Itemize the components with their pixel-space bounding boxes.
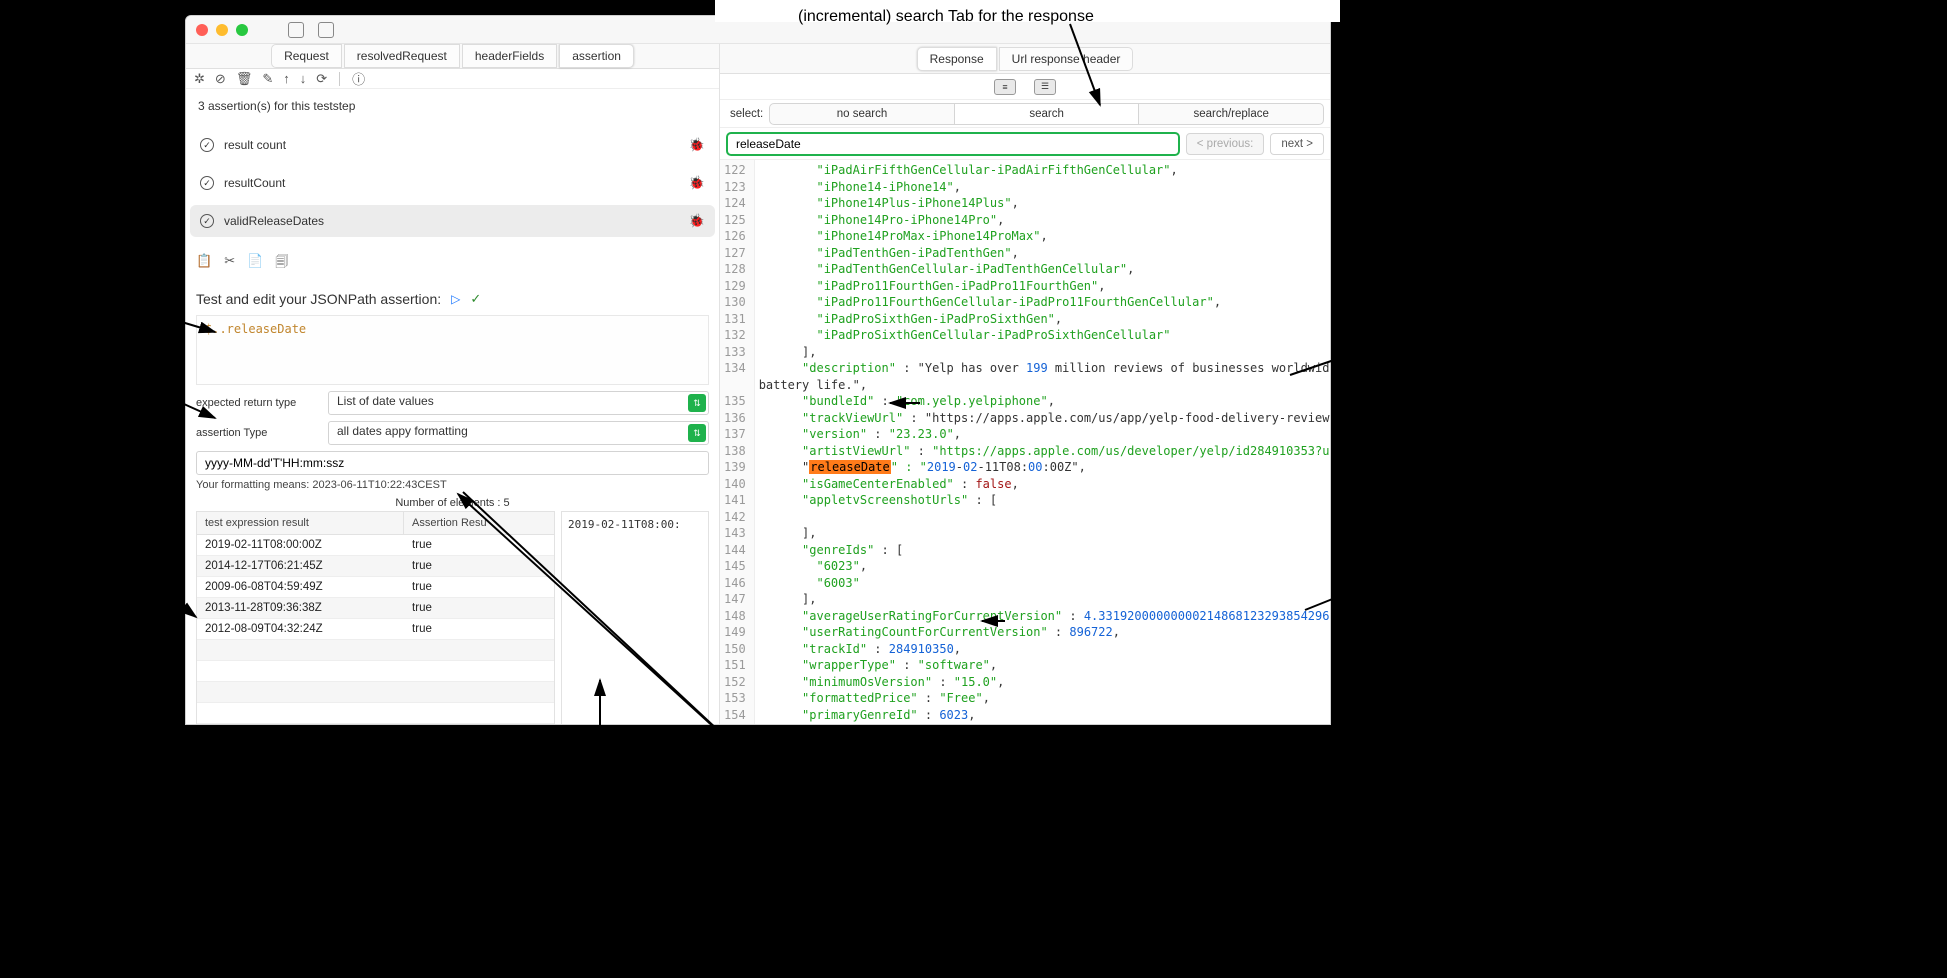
refresh-icon[interactable]: ⟳	[316, 71, 327, 87]
assertion-count-label: 3 assertion(s) for this teststep	[186, 89, 719, 123]
search-mode-row: select: no search search search/replace	[720, 100, 1330, 128]
code-viewer[interactable]: 1221231241251261271281291301311321331341…	[720, 160, 1330, 724]
tab-assertion[interactable]: assertion	[559, 44, 634, 68]
play-icon[interactable]: ▷	[451, 292, 460, 306]
table-header: test expression result	[197, 512, 404, 534]
assertion-item[interactable]: ✓ resultCount 🐞	[190, 167, 715, 199]
table-row[interactable]: 2019-02-11T08:00:00Ztrue	[197, 535, 554, 556]
assertion-item[interactable]: ✓ result count 🐞	[190, 129, 715, 161]
arrow-up-icon[interactable]: ↑	[283, 71, 290, 86]
right-tabs: Response Url response header	[720, 44, 1330, 74]
zoom-icon[interactable]	[236, 24, 248, 36]
duplicate-icon[interactable]: 🗐	[275, 253, 288, 275]
formatting-hint-label: Your formatting means: 2023-06-11T10:22:…	[196, 479, 709, 491]
check-circle-icon[interactable]: ⊘	[215, 71, 226, 87]
expected-return-type-label: expected return type	[196, 397, 320, 409]
bug-icon[interactable]: 🐞	[689, 175, 705, 191]
traffic-lights	[196, 24, 248, 36]
left-pane: Request resolvedRequest headerFields ass…	[186, 44, 720, 724]
bug-icon[interactable]: 🐞	[689, 213, 705, 229]
close-icon[interactable]	[196, 24, 208, 36]
copy-icon[interactable]: 📋	[196, 253, 212, 275]
assertion-type-select[interactable]: all dates appy formatting ⇅	[328, 421, 709, 445]
table-row[interactable]: 2009-06-08T04:59:49Ztrue	[197, 577, 554, 598]
annotation-text: (incremental) search Tab for the respons…	[798, 8, 1094, 26]
table-header: Assertion Resu	[404, 512, 554, 534]
view-mode-icon[interactable]: ≡	[994, 79, 1016, 95]
gear-icon[interactable]: ✲	[194, 71, 205, 87]
tab-response[interactable]: Response	[917, 47, 997, 71]
search-mode-replace[interactable]: search/replace	[1138, 103, 1324, 125]
tab-header-fields[interactable]: headerFields	[462, 44, 557, 68]
previous-button[interactable]: < previous:	[1186, 133, 1265, 155]
trash-icon[interactable]: 🗑	[236, 71, 253, 87]
info-icon[interactable]: ⓘ	[352, 69, 365, 88]
minimize-icon[interactable]	[216, 24, 228, 36]
bug-icon[interactable]: 🐞	[689, 137, 705, 153]
search-mode-nosearch[interactable]: no search	[769, 103, 955, 125]
assertion-item[interactable]: ✓ validReleaseDates 🐞	[190, 205, 715, 237]
table-row[interactable]: 2014-12-17T06:21:45Ztrue	[197, 556, 554, 577]
element-count-label: Number of elements : 5	[196, 497, 709, 509]
assertion-editor: 📋 ✂ 📄 🗐 Test and edit your JSONPath asse…	[186, 243, 719, 724]
cut-icon[interactable]: ✂	[224, 253, 235, 275]
date-pattern-input[interactable]	[196, 451, 709, 475]
tab-url-response-header[interactable]: Url response header	[999, 47, 1134, 71]
assertion-item-label: validReleaseDates	[224, 214, 324, 228]
raw-preview: 2019-02-11T08:00:	[561, 511, 709, 724]
check-circle-icon: ✓	[200, 138, 214, 152]
table-row[interactable]: 2013-11-28T09:36:38Ztrue	[197, 598, 554, 619]
assertion-item-label: resultCount	[224, 176, 285, 190]
search-input[interactable]	[726, 132, 1180, 156]
search-mode-search[interactable]: search	[954, 103, 1140, 125]
assertion-item-label: result count	[224, 138, 286, 152]
edit-icon[interactable]: ✎	[262, 71, 273, 87]
assertion-list: ✓ result count 🐞 ✓ resultCount 🐞 ✓ valid…	[186, 123, 719, 243]
chevron-updown-icon: ⇅	[688, 394, 706, 412]
table-row[interactable]: 2012-08-09T04:32:24Ztrue	[197, 619, 554, 640]
list-mode-icon[interactable]: ☰	[1034, 79, 1056, 95]
arrow-down-icon[interactable]: ↓	[300, 71, 307, 86]
app-window: Request resolvedRequest headerFields ass…	[185, 15, 1331, 725]
expected-return-type-select[interactable]: List of date values ⇅	[328, 391, 709, 415]
result-table: test expression result Assertion Resu 20…	[196, 511, 555, 724]
tab-resolved-request[interactable]: resolvedRequest	[344, 44, 460, 68]
right-pane: Response Url response header ≡ ☰ select:…	[720, 44, 1330, 724]
check-circle-icon: ✓	[200, 176, 214, 190]
check-icon[interactable]: ✓	[470, 291, 481, 307]
sidebar-toggle-icon[interactable]	[288, 22, 304, 38]
chevron-updown-icon: ⇅	[688, 424, 706, 442]
check-circle-icon: ✓	[200, 214, 214, 228]
left-toolbar: ✲ ⊘ 🗑 ✎ ↑ ↓ ⟳ ⓘ	[186, 69, 719, 89]
editor-title: Test and edit your JSONPath assertion:	[196, 291, 441, 307]
tab-request[interactable]: Request	[271, 44, 342, 68]
inspector-toggle-icon[interactable]	[318, 22, 334, 38]
left-tabs: Request resolvedRequest headerFields ass…	[186, 44, 719, 69]
search-select-label: select:	[724, 108, 769, 120]
next-button[interactable]: next >	[1270, 133, 1324, 155]
paste-icon[interactable]: 📄	[247, 253, 263, 275]
jsonpath-input[interactable]: $..releaseDate	[196, 315, 709, 385]
assertion-type-label: assertion Type	[196, 427, 320, 439]
